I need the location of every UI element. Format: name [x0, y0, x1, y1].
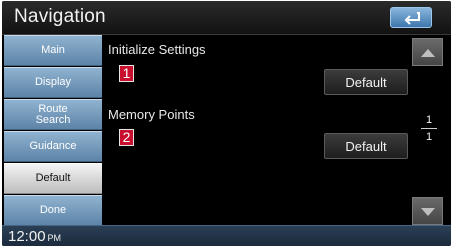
memory-points-default-button[interactable]: Default [324, 133, 408, 159]
total-pages: 1 [425, 131, 433, 143]
sidebar-item-label: Route Search [35, 102, 71, 126]
callout-badge-2: 2 [119, 129, 134, 146]
page-title: Navigation [14, 6, 106, 27]
status-bar: 12:00 PM [2, 225, 451, 246]
sidebar-item-label: Done [39, 204, 67, 216]
sidebar-item-label: Guidance [29, 140, 77, 152]
infotainment-screen: Navigation Main Display Route Search Gui… [2, 1, 451, 246]
initialize-settings-label: Initialize Settings [108, 42, 206, 57]
memory-points-label: Memory Points [108, 107, 195, 122]
back-button[interactable] [390, 7, 432, 28]
sidebar-item-guidance[interactable]: Guidance [4, 131, 102, 162]
sidebar-item-route-search[interactable]: Route Search [4, 99, 102, 130]
page-divider [421, 128, 437, 129]
title-bar: Navigation [2, 1, 451, 35]
sidebar-item-display[interactable]: Display [4, 67, 102, 98]
sidebar-item-done[interactable]: Done [4, 195, 102, 226]
page-indicator: 1 1 [419, 114, 439, 143]
clock-ampm: PM [47, 233, 62, 243]
triangle-down-icon [421, 208, 435, 216]
clock-time: 12:00 [8, 228, 46, 245]
scroll-up-button[interactable] [412, 38, 443, 66]
return-arrow-icon [404, 12, 420, 25]
sidebar-item-label: Display [34, 76, 72, 88]
triangle-up-icon [421, 49, 435, 57]
sidebar-item-default[interactable]: Default [4, 163, 102, 194]
initialize-default-button[interactable]: Default [324, 69, 408, 95]
sidebar-item-main[interactable]: Main [4, 35, 102, 66]
sidebar-item-label: Default [35, 172, 71, 184]
clock: 12:00 PM [8, 228, 61, 245]
scroll-down-button[interactable] [412, 197, 443, 225]
settings-content: Initialize Settings 1 Default Memory Poi… [102, 35, 412, 225]
current-page: 1 [425, 114, 433, 126]
sidebar-item-label: Main [41, 44, 65, 56]
callout-badge-1: 1 [119, 65, 134, 82]
